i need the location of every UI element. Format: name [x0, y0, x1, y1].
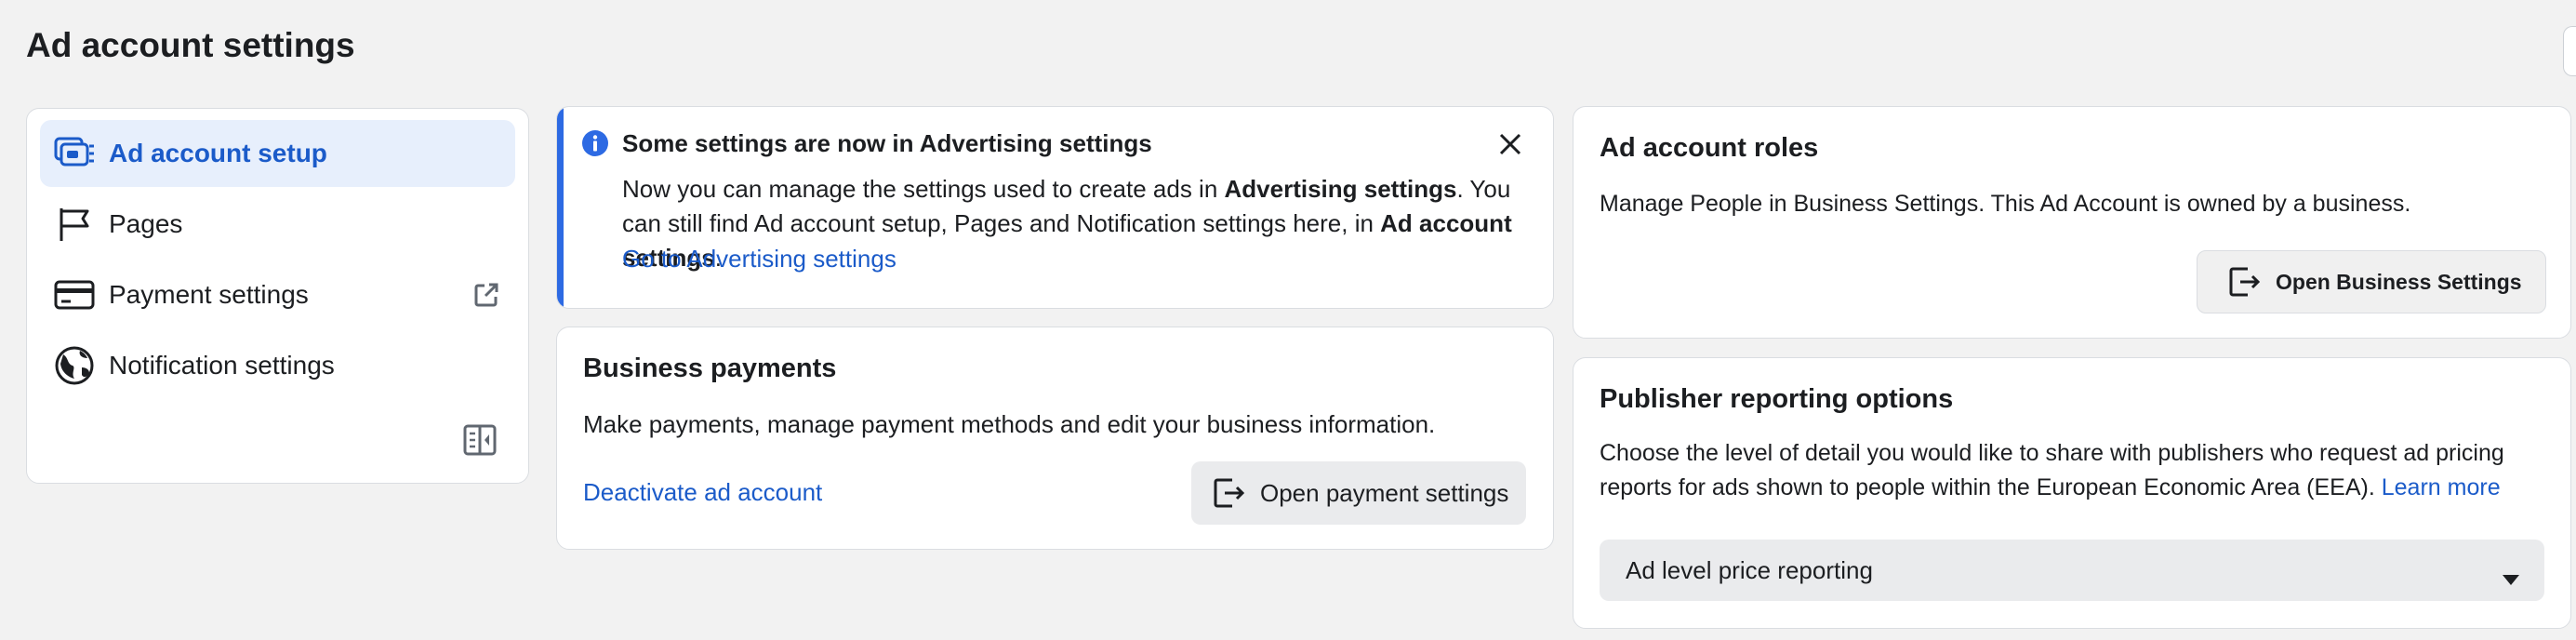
- sidebar-item-label: Notification settings: [109, 351, 335, 380]
- collapse-panel-icon[interactable]: [463, 423, 497, 457]
- sidebar-item-pages[interactable]: Pages: [40, 191, 515, 258]
- credit-card-icon: [53, 273, 96, 316]
- offscreen-button-edge[interactable]: [2563, 26, 2576, 76]
- business-payments-card: Business payments Make payments, manage …: [556, 327, 1554, 550]
- business-payments-title: Business payments: [583, 353, 837, 383]
- price-reporting-select[interactable]: Ad level price reporting: [1600, 540, 2544, 601]
- sidebar-item-label: Pages: [109, 209, 183, 238]
- exit-arrow-icon: [1210, 474, 1247, 512]
- select-value: Ad level price reporting: [1626, 555, 1873, 584]
- notice-title: Some settings are now in Advertising set…: [622, 129, 1152, 157]
- flag-icon: [53, 203, 96, 246]
- business-payments-text: Make payments, manage payment methods an…: [583, 410, 1436, 438]
- caret-down-icon: [2502, 564, 2520, 585]
- notice-accent-bar: [557, 107, 564, 308]
- open-business-settings-button[interactable]: Open Business Settings: [2197, 250, 2546, 313]
- external-link-icon[interactable]: [472, 281, 500, 309]
- deactivate-ad-account-link[interactable]: Deactivate ad account: [583, 478, 822, 507]
- close-icon[interactable]: [1495, 129, 1525, 159]
- globe-icon: [53, 344, 96, 387]
- settings-sidebar: Ad account setup Pages Payment settings: [26, 108, 529, 484]
- ad-account-roles-text: Manage People in Business Settings. This…: [1600, 191, 2411, 217]
- sidebar-item-label: Payment settings: [109, 280, 309, 309]
- info-icon: [581, 129, 609, 157]
- publisher-reporting-text: Choose the level of detail you would lik…: [1600, 440, 2504, 500]
- sidebar-item-notification-settings[interactable]: Notification settings: [40, 332, 515, 399]
- advertising-settings-notice: Some settings are now in Advertising set…: [556, 106, 1554, 309]
- publisher-reporting-title: Publisher reporting options: [1600, 384, 1954, 414]
- open-payment-settings-button[interactable]: Open payment settings: [1191, 461, 1526, 525]
- exit-arrow-icon: [2225, 263, 2263, 300]
- ad-account-setup-icon: [53, 132, 96, 175]
- sidebar-item-label: Ad account setup: [109, 139, 327, 167]
- button-label: Open payment settings: [1260, 478, 1509, 507]
- go-to-advertising-settings-link[interactable]: Go to Advertising settings: [622, 245, 896, 273]
- learn-more-link[interactable]: Learn more: [2382, 474, 2501, 500]
- page-title: Ad account settings: [26, 26, 355, 64]
- publisher-reporting-card: Publisher reporting options Choose the l…: [1573, 357, 2571, 629]
- ad-account-roles-title: Ad account roles: [1600, 133, 1819, 163]
- ad-account-roles-card: Ad account roles Manage People in Busine…: [1573, 106, 2571, 339]
- sidebar-item-payment-settings[interactable]: Payment settings: [40, 261, 515, 328]
- sidebar-item-ad-account-setup[interactable]: Ad account setup: [40, 120, 515, 187]
- button-label: Open Business Settings: [2276, 269, 2522, 294]
